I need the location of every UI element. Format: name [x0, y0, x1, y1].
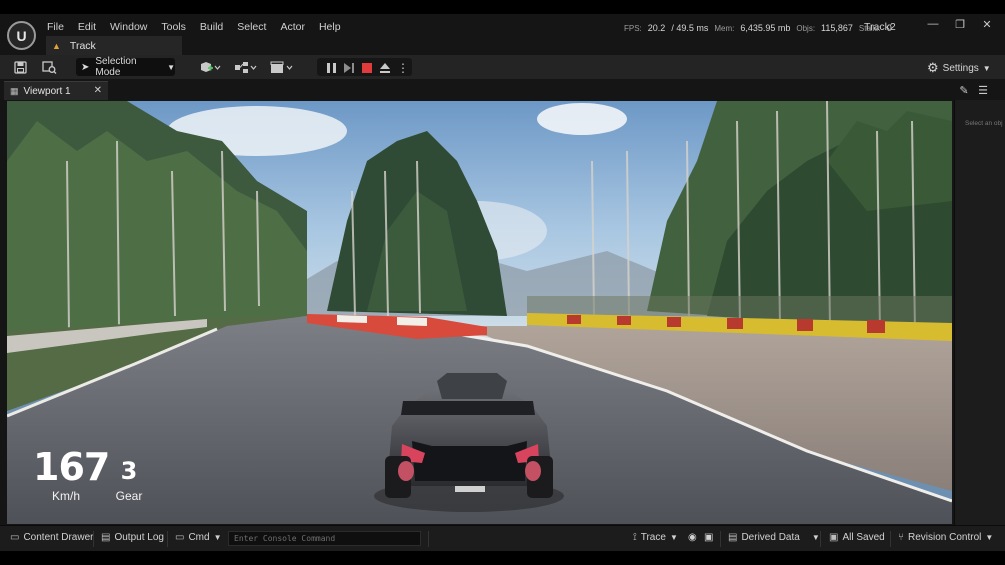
content-drawer-label: Content Drawer — [23, 532, 94, 543]
chevron-down-icon: ▼ — [669, 533, 678, 542]
divider — [720, 531, 721, 547]
divider — [167, 531, 168, 547]
letterbox-top — [0, 0, 1005, 14]
menu-help[interactable]: Help — [312, 19, 348, 35]
record-icon[interactable]: ◉ — [688, 532, 697, 543]
divider — [428, 531, 429, 547]
letterbox-bottom — [0, 551, 1005, 565]
viewport-tab-label: Viewport 1 — [23, 85, 71, 97]
save-icon[interactable] — [12, 59, 28, 76]
game-viewport[interactable]: 167 Km/h 3 Gear — [7, 101, 952, 524]
menu-tools[interactable]: Tools — [154, 19, 193, 35]
more-options-icon[interactable]: ⋮ — [397, 59, 409, 76]
output-log-button[interactable]: ▤ Output Log — [101, 532, 164, 543]
pause-icon[interactable] — [324, 59, 338, 76]
cmd-dropdown[interactable]: ▭ Cmd ▼ — [175, 532, 222, 543]
settings-label: Settings — [942, 62, 979, 74]
console-input[interactable]: Enter Console Command — [228, 531, 421, 546]
chevron-down-icon: ▼ — [811, 533, 820, 542]
trace-label: Trace — [640, 532, 666, 543]
viewport-tab-row: ▦ Viewport 1 ✕ ✎ ☰ — [0, 79, 1005, 100]
fps-value: 20.2 — [647, 23, 666, 33]
main-menu: File Edit Window Tools Build Select Acto… — [40, 19, 348, 35]
add-actor-icon[interactable] — [198, 59, 222, 76]
engine-logo-icon[interactable]: U — [7, 21, 36, 50]
output-log-label: Output Log — [114, 532, 164, 543]
content-drawer-button[interactable]: ▭ Content Drawer — [10, 532, 93, 543]
project-name: Track2 — [864, 21, 896, 33]
derived-data-label: Derived Data — [741, 532, 800, 543]
menu-edit[interactable]: Edit — [71, 19, 103, 35]
level-icon: ▲ — [52, 40, 61, 51]
level-document-tab[interactable]: ▲ Track — [46, 36, 182, 55]
menu-build[interactable]: Build — [193, 19, 230, 35]
restore-icon[interactable]: ❐ — [952, 18, 968, 31]
gear-label: Gear — [115, 489, 143, 503]
close-tab-icon[interactable]: ✕ — [94, 85, 102, 96]
selection-mode-dropdown[interactable]: ➤ Selection Mode ▼ — [76, 56, 175, 78]
database-icon: ▤ — [728, 532, 738, 543]
objs-value: 115,867 — [821, 23, 853, 33]
viewport-icon: ▦ — [10, 85, 19, 96]
divider — [93, 531, 94, 547]
settings-button[interactable]: ⚙ Settings ▼ — [927, 60, 991, 76]
speed-readout: 167 — [33, 445, 110, 489]
performance-stats: FPS: 20.2 / 49.5 ms Mem: 6,435.95 mb Obj… — [624, 23, 892, 33]
cinematics-icon[interactable] — [270, 59, 294, 76]
pencil-icon[interactable]: ✎ — [957, 82, 971, 99]
level-document-tab-label: Track — [69, 39, 96, 52]
game-scene — [7, 101, 952, 524]
branch-icon: ⑂ — [898, 532, 904, 543]
log-icon: ▤ — [101, 532, 111, 543]
gear-icon: ⚙ — [927, 60, 939, 75]
outliner-icon[interactable]: ☰ — [975, 82, 991, 99]
title-bar: U File Edit Window Tools Build Select Ac… — [0, 14, 1005, 55]
mem-value: 6,435.95 mb — [740, 23, 791, 33]
chevron-down-icon: ▼ — [213, 533, 222, 542]
selection-mode-label: Selection Mode — [95, 56, 137, 78]
status-bar: ▭ Content Drawer ▤ Output Log ▭ Cmd ▼ En… — [0, 525, 1005, 551]
all-saved-label: All Saved — [842, 532, 885, 543]
save-status-icon: ▣ — [829, 532, 839, 543]
stop-icon[interactable] — [360, 59, 374, 76]
details-panel: Select an obj — [954, 100, 1005, 525]
trace-dropdown[interactable]: ⟟ Trace ▼ — [633, 532, 678, 543]
mem-label: Mem: — [714, 24, 735, 33]
derived-data-dropdown[interactable]: ▤ Derived Data ▼ — [728, 532, 820, 543]
frame-ms-value: / 49.5 ms — [671, 23, 709, 33]
drawer-icon: ▭ — [10, 532, 20, 543]
fps-label: FPS: — [624, 24, 642, 33]
close-icon[interactable]: ✕ — [979, 18, 995, 31]
trace-icon: ⟟ — [633, 532, 637, 543]
details-hint: Select an obj — [965, 120, 1003, 127]
cmd-label: Cmd — [188, 532, 210, 543]
main-toolbar: ➤ Selection Mode ▼ ⋮ ⚙ Settings ▼ — [0, 55, 1005, 79]
chevron-down-icon: ▼ — [167, 62, 175, 72]
divider — [820, 531, 821, 547]
gear-readout: 3 — [120, 457, 138, 485]
viewport-tab[interactable]: ▦ Viewport 1 ✕ — [4, 81, 108, 100]
revision-control-dropdown[interactable]: ⑂ Revision Control ▼ — [898, 532, 993, 543]
menu-actor[interactable]: Actor — [273, 19, 312, 35]
minimize-icon[interactable]: — — [925, 18, 941, 30]
editor-window: U File Edit Window Tools Build Select Ac… — [0, 14, 1005, 551]
screenshot-icon[interactable]: ▣ — [704, 532, 713, 543]
speed-unit-label: Km/h — [51, 489, 80, 503]
browse-icon[interactable] — [40, 59, 58, 76]
eject-icon[interactable] — [378, 59, 392, 76]
cursor-icon: ➤ — [81, 61, 90, 73]
all-saved-button[interactable]: ▣ All Saved — [829, 532, 885, 543]
menu-window[interactable]: Window — [103, 19, 154, 35]
chevron-down-icon: ▼ — [985, 533, 994, 542]
step-frame-icon[interactable] — [342, 59, 356, 76]
objs-label: Objs: — [796, 24, 816, 33]
divider — [890, 531, 891, 547]
menu-select[interactable]: Select — [230, 19, 273, 35]
chevron-down-icon: ▼ — [982, 63, 991, 73]
revision-control-label: Revision Control — [908, 532, 982, 543]
blueprints-icon[interactable] — [234, 59, 258, 76]
menu-file[interactable]: File — [40, 19, 71, 35]
terminal-icon: ▭ — [175, 532, 185, 543]
